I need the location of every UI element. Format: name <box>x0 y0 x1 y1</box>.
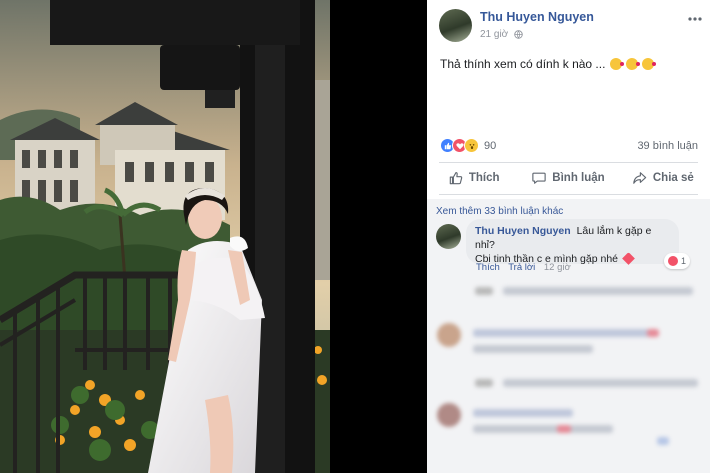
comment-time: 12 giờ <box>543 262 571 273</box>
reaction-count: 90 <box>484 139 497 152</box>
comment-bubble: Thu Huyen Nguyen Lâu lắm k gặp e nhỉ? Cb… <box>466 219 679 265</box>
post-time[interactable]: 21 giờ <box>480 29 523 40</box>
globe-icon <box>514 30 523 39</box>
post-text-content: Thả thính xem có dính k nào ... <box>440 57 606 71</box>
share-button-label: Chia sẻ <box>652 172 694 184</box>
comment-reaction-badge[interactable]: 1 <box>664 253 691 269</box>
view-more-comments-link[interactable]: Xem thêm 33 bình luận khác <box>436 206 563 217</box>
heart-emoji-icon <box>622 252 635 265</box>
post-time-label: 21 giờ <box>480 29 509 40</box>
blurred-comment <box>475 375 705 395</box>
more-options-button[interactable] <box>688 8 702 24</box>
post-author[interactable]: Thu Huyen Nguyen <box>480 10 594 24</box>
kiss-emoji-icon <box>626 58 641 70</box>
blurred-comment <box>437 403 697 453</box>
divider <box>439 194 698 195</box>
comment-button[interactable]: Bình luận <box>521 163 615 193</box>
viewer-background <box>330 0 427 473</box>
like-icon <box>449 172 463 185</box>
post-panel: Thu Huyen Nguyen 21 giờ Thả thính xem có… <box>427 0 710 473</box>
like-button[interactable]: Thích <box>427 163 521 193</box>
comment-reaction-count: 1 <box>681 256 687 266</box>
post-photo[interactable] <box>0 0 330 473</box>
share-button[interactable]: Chia sẻ <box>616 163 710 193</box>
comments-section: Xem thêm 33 bình luận khác Thu Huyen Ngu… <box>427 199 710 473</box>
more-icon <box>688 17 702 21</box>
post-text: Thả thính xem có dính k nào ... <box>440 57 657 71</box>
blurred-comment <box>475 283 705 303</box>
wow-reaction-icon <box>464 138 479 153</box>
comment-button-label: Bình luận <box>552 172 605 184</box>
love-reaction-icon <box>668 256 678 266</box>
comment-actions: Thích Trả lời 12 giờ <box>476 262 577 273</box>
comment-reply-link[interactable]: Trả lời <box>508 262 535 273</box>
share-icon <box>633 172 647 184</box>
comment-like-link[interactable]: Thích <box>476 262 500 273</box>
kiss-emoji-icon <box>642 58 657 70</box>
kiss-emoji-icon <box>609 58 624 70</box>
commenter-avatar[interactable] <box>436 224 461 249</box>
post-actions: Thích Bình luận Chia sẻ <box>427 163 710 193</box>
like-button-label: Thích <box>468 172 500 184</box>
photo-illustration <box>0 0 330 473</box>
reaction-summary[interactable]: 90 <box>440 138 496 153</box>
author-avatar[interactable] <box>439 9 472 42</box>
comment-count-link[interactable]: 39 bình luận <box>637 140 698 152</box>
blurred-comment <box>437 323 697 363</box>
comment-icon <box>532 172 546 184</box>
comment-author[interactable]: Thu Huyen Nguyen <box>475 225 571 237</box>
